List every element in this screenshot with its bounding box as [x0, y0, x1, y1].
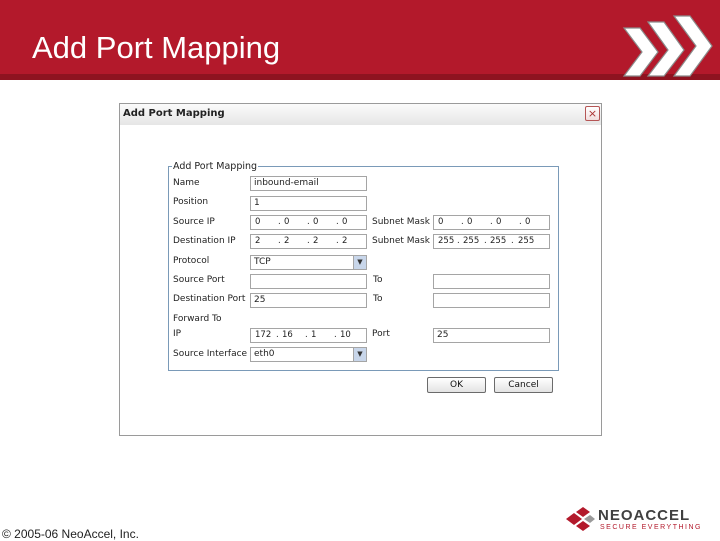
forward-ip-field[interactable]: 172 . 16 . 1 . 10	[250, 328, 367, 343]
neoaccel-logo: NEOACCEL SECURE EVERYTHING	[564, 504, 714, 536]
forward-ip-octet-2: 16	[282, 330, 293, 340]
forward-port-label: Port	[372, 329, 390, 339]
copyright-notice: © 2005-06 NeoAccel, Inc.	[2, 527, 139, 541]
source-ip-octet-1: 0	[255, 217, 261, 227]
forward-ip-octet-1: 172	[255, 330, 272, 340]
dialog-titlebar: Add Port Mapping ×	[120, 104, 601, 125]
source-interface-selected-value: eth0	[254, 349, 275, 359]
destination-subnet-mask-field[interactable]: 255 . 255 . 255 . 255	[433, 234, 550, 249]
ip-separator: .	[484, 236, 487, 246]
destination-ip-octet-1: 2	[255, 236, 261, 246]
source-port-field[interactable]	[250, 274, 367, 289]
source-mask-octet-2: 0	[467, 217, 473, 227]
ip-separator: .	[336, 217, 339, 227]
source-port-to-label: To	[373, 275, 383, 285]
destination-port-label: Destination Port	[173, 294, 246, 304]
protocol-selected-value: TCP	[254, 257, 271, 267]
ip-separator: .	[305, 330, 308, 340]
source-subnet-mask-label: Subnet Mask	[372, 217, 430, 227]
source-ip-label: Source IP	[173, 217, 215, 227]
source-subnet-mask-field[interactable]: 0 . 0 . 0 . 0	[433, 215, 550, 230]
ip-separator: .	[278, 217, 281, 227]
dialog-title: Add Port Mapping	[123, 108, 225, 119]
position-label: Position	[173, 197, 209, 207]
destination-ip-octet-3: 2	[313, 236, 319, 246]
position-field[interactable]: 1	[250, 196, 367, 211]
ip-separator: .	[334, 330, 337, 340]
destination-ip-field[interactable]: 2 . 2 . 2 . 2	[250, 234, 367, 249]
cancel-button[interactable]: Cancel	[494, 377, 553, 393]
destination-ip-label: Destination IP	[173, 236, 236, 246]
forward-ip-octet-4: 10	[340, 330, 351, 340]
close-button[interactable]: ×	[585, 106, 600, 121]
destination-port-to-field[interactable]	[433, 293, 550, 308]
destination-ip-octet-2: 2	[284, 236, 290, 246]
source-port-to-field[interactable]	[433, 274, 550, 289]
forward-to-label: Forward To	[173, 314, 222, 324]
ok-button[interactable]: OK	[427, 377, 486, 393]
ip-separator: .	[511, 236, 514, 246]
ip-separator: .	[457, 236, 460, 246]
destination-mask-octet-3: 255	[490, 236, 507, 246]
chevron-down-icon[interactable]: ▼	[353, 348, 366, 361]
source-ip-octet-2: 0	[284, 217, 290, 227]
source-ip-field[interactable]: 0 . 0 . 0 . 0	[250, 215, 367, 230]
ip-separator: .	[307, 217, 310, 227]
logo-wordmark: NEOACCEL	[598, 507, 691, 524]
chevron-down-icon[interactable]: ▼	[353, 256, 366, 269]
source-interface-label: Source Interface	[173, 349, 248, 359]
ip-separator: .	[276, 330, 279, 340]
destination-port-field[interactable]: 25	[250, 293, 367, 308]
ip-separator: .	[461, 217, 464, 227]
ip-separator: .	[490, 217, 493, 227]
destination-mask-octet-2: 255	[463, 236, 480, 246]
source-port-label: Source Port	[173, 275, 225, 285]
destination-mask-octet-1: 255	[438, 236, 455, 246]
protocol-label: Protocol	[173, 256, 210, 266]
ip-separator: .	[519, 217, 522, 227]
ip-separator: .	[278, 236, 281, 246]
forward-ip-label: IP	[173, 329, 182, 339]
logo-tagline: SECURE EVERYTHING	[600, 524, 702, 531]
protocol-select[interactable]: TCP ▼	[250, 255, 367, 270]
forward-port-field[interactable]: 25	[433, 328, 550, 343]
chevron-arrows-icon	[622, 15, 713, 77]
destination-ip-octet-4: 2	[342, 236, 348, 246]
source-ip-octet-4: 0	[342, 217, 348, 227]
source-mask-octet-3: 0	[496, 217, 502, 227]
groupbox-legend: Add Port Mapping	[172, 161, 259, 172]
destination-mask-octet-4: 255	[518, 236, 535, 246]
source-mask-octet-1: 0	[438, 217, 444, 227]
destination-port-to-label: To	[373, 294, 383, 304]
title-banner-shade	[0, 74, 720, 80]
destination-subnet-mask-label: Subnet Mask	[372, 236, 430, 246]
name-label: Name	[173, 178, 200, 188]
slide-title: Add Port Mapping	[32, 30, 281, 65]
add-port-mapping-dialog: Add Port Mapping × Add Port Mapping Name…	[119, 103, 602, 436]
source-interface-select[interactable]: eth0 ▼	[250, 347, 367, 362]
logo-mark-icon	[566, 507, 595, 531]
forward-ip-octet-3: 1	[311, 330, 317, 340]
source-ip-octet-3: 0	[313, 217, 319, 227]
ip-separator: .	[336, 236, 339, 246]
name-field[interactable]: inbound-email	[250, 176, 367, 191]
source-mask-octet-4: 0	[525, 217, 531, 227]
ip-separator: .	[307, 236, 310, 246]
